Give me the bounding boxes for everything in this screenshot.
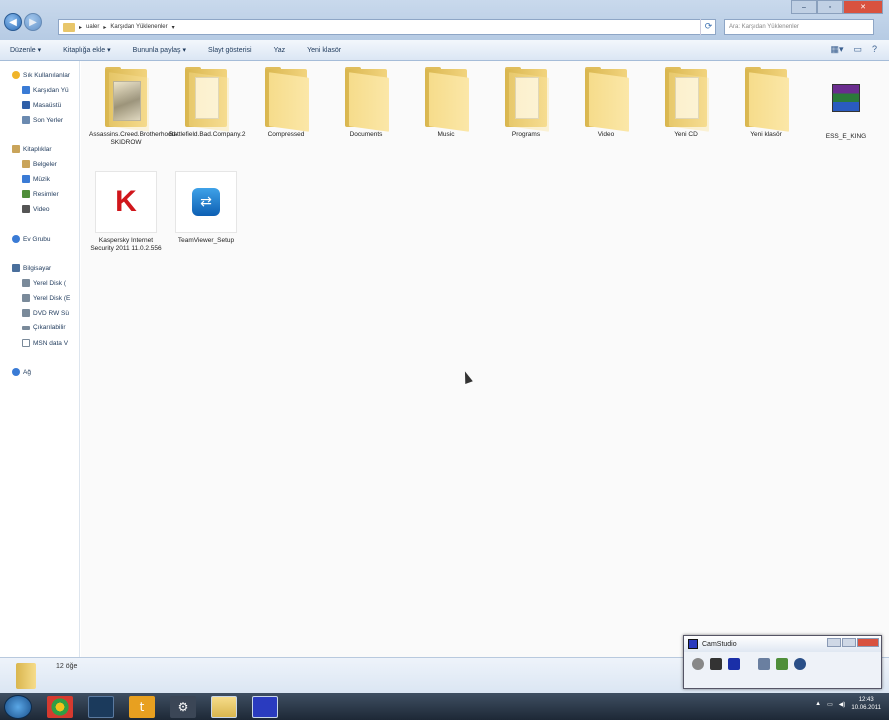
- documents-icon: [22, 160, 30, 168]
- folder-icon: [183, 67, 229, 132]
- organize-menu[interactable]: Düzenle ▾: [10, 46, 41, 54]
- system-tray: ▲ ▭ ◀) 12:43 10.06.2011: [815, 696, 881, 712]
- explorer-icon[interactable]: [211, 695, 237, 718]
- computer-icon: [12, 264, 20, 272]
- sidebar-item-libraries[interactable]: Kitaplıklar: [12, 145, 92, 153]
- file-list: Assassins.Creed.Brotherhood-SKIDROW Batt…: [81, 61, 889, 657]
- slideshow-button[interactable]: Slayt gösterisi: [208, 47, 252, 54]
- folder-icon: [423, 67, 469, 132]
- maximize-button[interactable]: ▫: [817, 0, 843, 14]
- file-item-video[interactable]: Video: [569, 67, 643, 139]
- volume-icon[interactable]: ◀): [839, 701, 846, 708]
- share-with-menu[interactable]: Bununla paylaş ▾: [133, 46, 186, 54]
- explorer-title-bar: ◀ ▶ ▸ ualer ▸ Karşıdan Yüklenenler ▾ ⟳ A…: [0, 0, 889, 40]
- show-hidden-icons-icon[interactable]: ▲: [815, 701, 821, 707]
- folder-icon: [743, 67, 789, 132]
- dvd-icon: [22, 309, 30, 317]
- camera-icon[interactable]: [794, 658, 806, 670]
- folder-icon: [503, 67, 549, 132]
- sidebar-item-computer[interactable]: Bilgisayar: [12, 264, 92, 272]
- file-item-assassins-creed[interactable]: Assassins.Creed.Brotherhood-SKIDROW: [89, 67, 178, 147]
- library-icon: [12, 145, 20, 153]
- burn-button[interactable]: Yaz: [274, 47, 286, 54]
- sidebar-item-homegroup[interactable]: Ev Grubu: [12, 235, 92, 243]
- steam-icon[interactable]: ⚙: [170, 695, 196, 718]
- stop-icon[interactable]: [728, 658, 740, 670]
- chrome-icon[interactable]: [47, 695, 73, 718]
- file-item-kaspersky-installer[interactable]: K Kaspersky Internet Security 2011 11.0.…: [89, 171, 163, 253]
- breadcrumb-user[interactable]: ualer: [86, 24, 99, 30]
- download-icon: [22, 86, 30, 94]
- taskbar: t ⚙ ▲ ▭ ◀) 12:43 10.06.2011: [0, 693, 889, 720]
- camstudio-close-button[interactable]: [857, 638, 879, 647]
- help-icon[interactable]: ?: [872, 44, 877, 55]
- winrar-archive-icon: [815, 67, 877, 129]
- sidebar-item-network[interactable]: Ağ: [12, 368, 92, 376]
- folder-icon: [103, 67, 149, 132]
- video-icon: [22, 205, 30, 213]
- back-button[interactable]: ◀: [4, 13, 22, 31]
- options-icon[interactable]: [758, 658, 770, 670]
- camstudio-maximize-button[interactable]: [842, 638, 856, 647]
- region-icon[interactable]: [776, 658, 788, 670]
- address-bar[interactable]: ▸ ualer ▸ Karşıdan Yüklenenler ▾: [58, 19, 716, 35]
- camstudio-title-bar: CamStudio: [684, 636, 881, 652]
- camstudio-minimize-button[interactable]: [827, 638, 841, 647]
- file-item-archive[interactable]: ESS_E_KING: [809, 67, 883, 141]
- tumblr-icon[interactable]: t: [129, 695, 155, 718]
- start-button[interactable]: [4, 694, 32, 719]
- recent-icon: [22, 116, 30, 124]
- search-input[interactable]: Ara: Karşıdan Yüklenenler: [724, 19, 874, 35]
- add-to-library-menu[interactable]: Kitaplığa ekle ▾: [63, 46, 111, 54]
- command-bar: Düzenle ▾ Kitaplığa ekle ▾ Bununla payla…: [0, 40, 889, 61]
- file-item-yeni-klasor[interactable]: Yeni klasör: [729, 67, 803, 139]
- navigation-pane: Sık Kullanılanlar Karşıdan Yü Masaüstü S…: [0, 61, 80, 657]
- file-item-teamviewer-setup[interactable]: ⇄ TeamViewer_Setup: [169, 171, 243, 245]
- teamviewer-icon: ⇄: [175, 171, 237, 233]
- folder-icon: [663, 67, 709, 132]
- minimize-button[interactable]: –: [791, 0, 817, 14]
- clock[interactable]: 12:43 10.06.2011: [851, 696, 881, 712]
- preview-pane-icon[interactable]: ▭: [853, 44, 862, 55]
- forward-button[interactable]: ▶: [24, 13, 42, 31]
- homegroup-icon: [12, 235, 20, 243]
- folder-icon: [16, 663, 36, 689]
- camstudio-toolbar: [684, 652, 881, 676]
- pictures-icon: [22, 190, 30, 198]
- folder-icon: [343, 67, 389, 132]
- disk-icon: [22, 279, 30, 287]
- refresh-button[interactable]: ⟳: [700, 19, 716, 35]
- network-tray-icon[interactable]: ▭: [827, 701, 833, 708]
- new-folder-button[interactable]: Yeni klasör: [307, 47, 341, 54]
- close-button[interactable]: ✕: [843, 0, 883, 14]
- sidebar-item-favorites[interactable]: Sık Kullanılanlar: [12, 71, 92, 79]
- app-icon[interactable]: [88, 695, 114, 718]
- pause-icon[interactable]: [710, 658, 722, 670]
- folder-icon: [63, 22, 75, 32]
- folder-icon: [263, 67, 309, 132]
- file-item-music[interactable]: Music: [409, 67, 483, 139]
- file-item-battlefield[interactable]: Battlefield.Bad.Company.2: [169, 67, 245, 139]
- camstudio-logo-icon: [688, 639, 698, 649]
- disk-icon: [22, 294, 30, 302]
- music-icon: [22, 175, 30, 183]
- camstudio-window[interactable]: CamStudio: [683, 635, 882, 689]
- breadcrumb-downloads[interactable]: Karşıdan Yüklenenler: [110, 24, 167, 30]
- removable-icon: [22, 325, 30, 330]
- kaspersky-icon: K: [95, 171, 157, 233]
- star-icon: [12, 71, 20, 79]
- desktop-icon: [22, 101, 30, 109]
- drive-icon: [22, 339, 30, 347]
- view-options-icon[interactable]: ▦▾: [830, 44, 843, 55]
- item-count: 12 öğe: [56, 663, 78, 670]
- file-item-compressed[interactable]: Compressed: [249, 67, 323, 139]
- file-item-documents[interactable]: Documents: [329, 67, 403, 139]
- network-icon: [12, 368, 20, 376]
- file-item-yeni-cd[interactable]: Yeni CD: [649, 67, 723, 139]
- record-icon[interactable]: [692, 658, 704, 670]
- file-item-programs[interactable]: Programs: [489, 67, 563, 139]
- folder-icon: [583, 67, 629, 132]
- camstudio-taskbar-icon[interactable]: [252, 695, 278, 718]
